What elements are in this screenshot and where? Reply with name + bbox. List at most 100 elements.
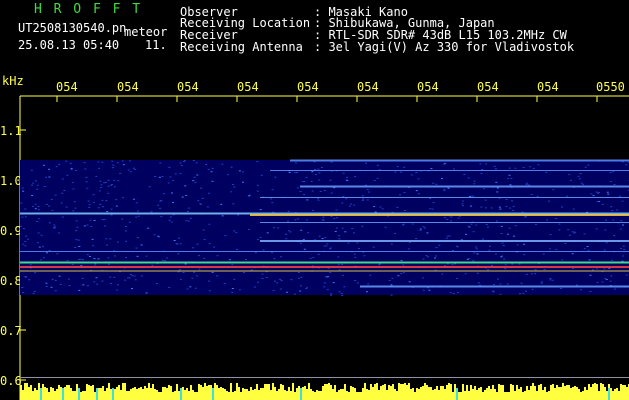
activity-bar: [126, 391, 128, 400]
noise-speck: [621, 200, 624, 202]
noise-speck: [125, 230, 128, 232]
noise-speck: [536, 195, 539, 197]
activity-bar: [140, 387, 142, 400]
noise-speck: [150, 211, 153, 213]
noise-speck: [101, 161, 104, 163]
noise-speck: [145, 255, 148, 257]
activity-bar: [484, 390, 486, 400]
noise-speck: [595, 191, 598, 193]
noise-speck: [322, 219, 325, 221]
activity-bar: [450, 384, 452, 400]
noise-speck: [266, 232, 269, 234]
noise-speck: [509, 207, 512, 209]
noise-speck: [30, 169, 33, 171]
noise-speck: [530, 193, 533, 195]
activity-bar: [564, 386, 566, 400]
activity-bar: [528, 390, 530, 400]
activity-bar: [168, 385, 170, 400]
noise-speck: [45, 176, 48, 178]
noise-speck: [51, 278, 54, 280]
noise-speck: [373, 205, 376, 207]
noise-speck: [522, 292, 525, 294]
activity-bar: [546, 392, 548, 400]
noise-speck: [373, 180, 376, 182]
noise-speck: [344, 231, 347, 233]
activity-bar: [88, 385, 90, 400]
noise-speck: [136, 210, 139, 212]
noise-speck: [189, 286, 192, 288]
noise-speck: [72, 210, 75, 212]
activity-bar: [510, 384, 512, 400]
noise-speck: [121, 218, 124, 220]
noise-speck: [193, 176, 196, 178]
activity-bar: [542, 390, 544, 400]
noise-speck: [348, 205, 351, 207]
noise-speck: [311, 190, 314, 192]
activity-bar: [46, 388, 48, 400]
activity-bar: [338, 390, 340, 400]
noise-speck: [115, 199, 118, 201]
noise-speck: [374, 211, 377, 213]
noise-speck: [342, 172, 345, 174]
noise-speck: [540, 281, 543, 283]
noise-speck: [260, 174, 263, 176]
noise-speck: [362, 198, 365, 200]
noise-speck: [446, 235, 449, 237]
activity-bar: [280, 384, 282, 400]
activity-bar: [524, 391, 526, 400]
noise-speck: [288, 172, 291, 174]
activity-bar: [132, 388, 134, 400]
noise-speck: [445, 237, 448, 239]
noise-speck: [425, 255, 428, 257]
noise-speck: [38, 218, 41, 220]
noise-speck: [230, 191, 233, 193]
activity-bar: [86, 384, 88, 400]
noise-speck: [443, 188, 446, 190]
noise-speck: [253, 286, 256, 288]
noise-speck: [508, 227, 511, 229]
noise-speck: [111, 160, 114, 162]
noise-speck: [388, 279, 391, 281]
noise-speck: [611, 259, 614, 261]
activity-bar: [312, 391, 314, 400]
noise-speck: [110, 208, 113, 210]
noise-speck: [354, 256, 357, 258]
activity-bar: [476, 390, 478, 400]
activity-marker: [112, 388, 114, 400]
noise-speck: [356, 282, 359, 284]
noise-speck: [202, 229, 205, 231]
noise-speck: [191, 277, 194, 279]
noise-speck: [450, 216, 453, 218]
activity-bar: [190, 385, 192, 400]
noise-speck: [441, 273, 444, 275]
noise-speck: [247, 228, 250, 230]
noise-speck: [61, 192, 64, 194]
activity-bar: [316, 390, 318, 400]
noise-speck: [212, 246, 215, 248]
noise-speck: [466, 258, 469, 260]
noise-speck: [106, 211, 109, 212]
noise-speck: [622, 224, 625, 226]
noise-speck: [162, 193, 165, 195]
noise-speck: [481, 238, 484, 240]
activity-bar: [568, 385, 570, 400]
noise-speck: [426, 232, 429, 234]
activity-bar: [364, 383, 366, 400]
activity-bar: [418, 389, 420, 400]
activity-bar: [516, 385, 518, 400]
noise-speck: [505, 198, 508, 200]
noise-speck: [43, 186, 46, 188]
noise-speck: [506, 233, 509, 235]
noise-speck: [186, 210, 189, 212]
noise-speck: [305, 288, 308, 290]
noise-speck: [475, 224, 478, 226]
noise-speck: [29, 264, 32, 266]
noise-speck: [140, 275, 143, 277]
noise-speck: [167, 182, 170, 184]
noise-speck: [305, 176, 308, 178]
noise-speck: [587, 249, 590, 251]
noise-speck: [329, 272, 332, 274]
activity-bar: [600, 383, 602, 400]
noise-speck: [32, 293, 35, 295]
activity-bar: [102, 386, 104, 400]
